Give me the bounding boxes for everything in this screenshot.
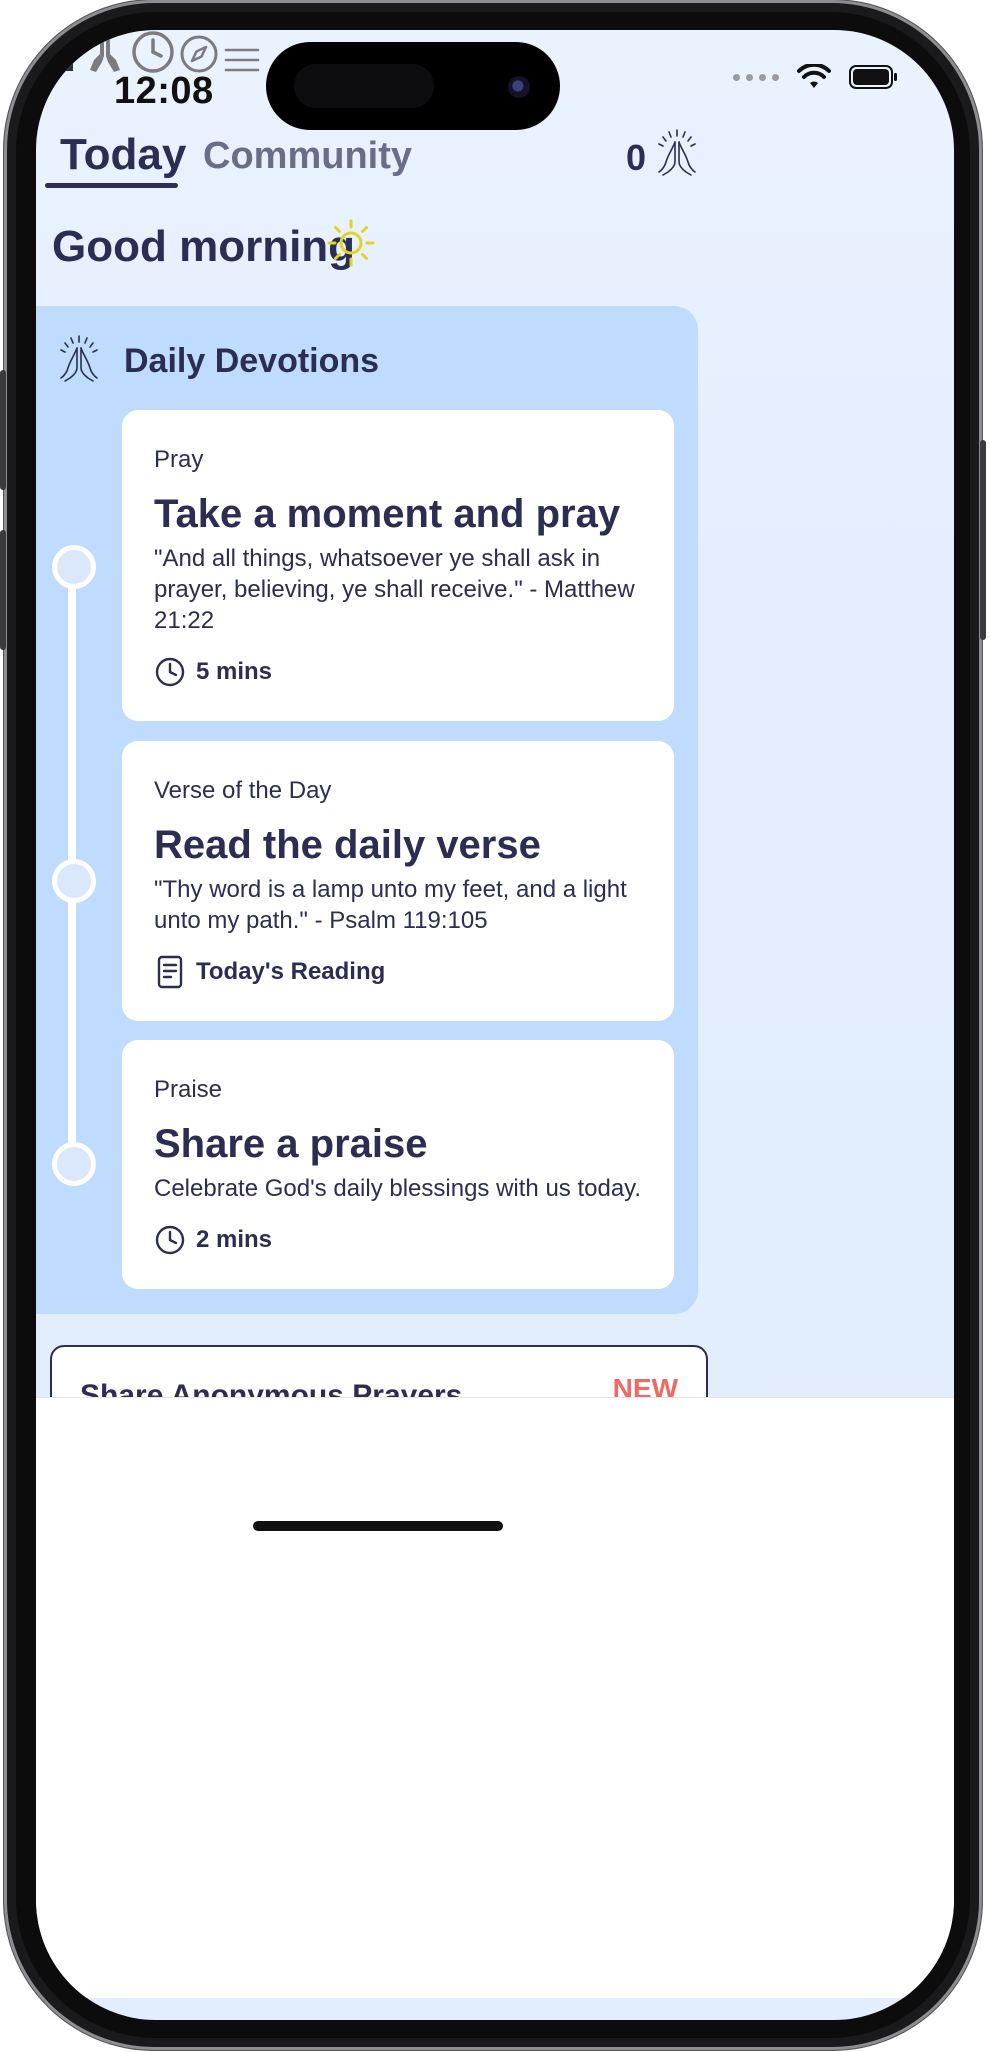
signal-dots-icon <box>733 73 779 81</box>
active-tab-indicator <box>45 183 178 188</box>
status-time: 12:08 <box>114 70 214 112</box>
daily-devotions-title: Daily Devotions <box>124 342 380 380</box>
battery-icon <box>849 65 897 89</box>
card-meta: 5 mins <box>154 656 272 688</box>
card-meta-label: 5 mins <box>196 658 273 685</box>
timeline-step-dot <box>52 545 96 589</box>
card-meta-label: Today's Reading <box>196 958 386 985</box>
card-kicker: Verse of the Day <box>154 777 332 804</box>
praying-hands-icon <box>60 335 98 382</box>
clock-icon[interactable] <box>131 30 175 74</box>
status-icons <box>733 64 899 90</box>
document-icon <box>157 955 183 989</box>
clock-icon <box>155 1225 185 1255</box>
card-meta-label: 2 mins <box>196 1226 273 1253</box>
clock-icon <box>155 657 185 687</box>
devotion-card-verse[interactable]: Verse of the Day Read the daily verse "T… <box>122 741 674 1021</box>
side-button <box>980 440 986 640</box>
app-screen: 12:08 Today Community 0 Good morning Dai… <box>36 30 954 2020</box>
sun-icon <box>327 219 375 267</box>
card-meta: 2 mins <box>154 1224 272 1256</box>
side-button <box>0 530 6 650</box>
dynamic-island <box>266 42 560 130</box>
card-description: Celebrate God's daily blessings with us … <box>154 1175 642 1202</box>
camera-icon <box>508 76 530 98</box>
praying-hands-icon[interactable] <box>654 128 700 178</box>
devotion-card-pray[interactable]: Pray Take a moment and pray "And all thi… <box>122 410 674 721</box>
card-title: Read the daily verse <box>154 823 541 867</box>
island-sensor <box>294 64 434 108</box>
tab-community[interactable]: Community <box>203 135 412 178</box>
card-meta: Today's Reading <box>154 955 385 989</box>
compass-icon[interactable] <box>179 34 219 74</box>
home-indicator[interactable] <box>253 1521 503 1531</box>
devotion-card-praise[interactable]: Praise Share a praise Celebrate God's da… <box>122 1040 674 1289</box>
menu-icon[interactable] <box>224 46 260 74</box>
tab-today[interactable]: Today <box>60 130 186 180</box>
timeline-step-dot <box>52 859 96 903</box>
greeting-text: Good morning <box>52 222 356 271</box>
card-description: "And all things, whatsoever ye shall ask… <box>154 545 635 634</box>
card-description: "Thy word is a lamp unto my feet, and a … <box>154 876 627 934</box>
prayer-count: 0 <box>625 137 646 178</box>
card-kicker: Praise <box>154 1076 223 1103</box>
card-kicker: Pray <box>154 446 204 473</box>
bottom-tab-bar <box>36 1397 954 1998</box>
side-button <box>0 370 6 490</box>
timeline-step-dot <box>52 1142 96 1186</box>
card-title: Take a moment and pray <box>154 492 621 536</box>
wifi-icon <box>797 64 831 88</box>
card-title: Share a praise <box>154 1122 428 1166</box>
